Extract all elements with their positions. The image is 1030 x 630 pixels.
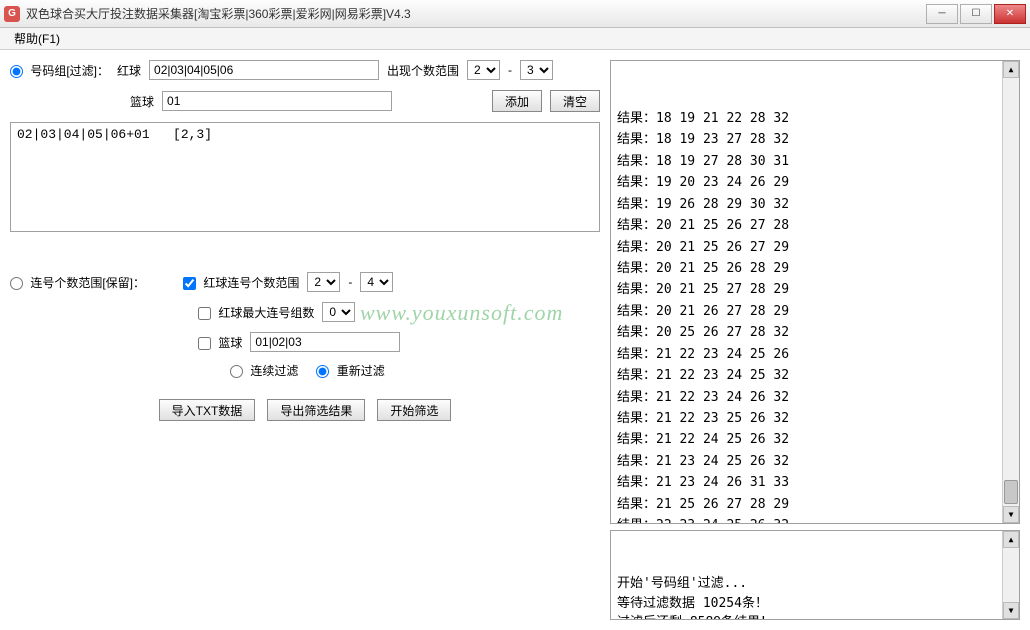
log-line: 开始'号码组'过滤... <box>617 574 995 594</box>
blue-filter-input[interactable] <box>250 332 400 352</box>
result-line: 结果：21 23 24 25 26 32 <box>617 451 995 472</box>
cb-red-range[interactable]: 红球连号个数范围 <box>183 274 299 291</box>
cb-blue[interactable]: 篮球 <box>198 334 242 351</box>
range-max-select[interactable]: 3 <box>520 60 553 80</box>
import-button[interactable]: 导入TXT数据 <box>159 399 256 421</box>
result-line: 结果：22 23 24 25 26 32 <box>617 515 995 524</box>
cb-blue-label: 篮球 <box>218 336 242 350</box>
filter-group-label: 号码组[过滤]： <box>30 64 109 78</box>
window-title: 双色球合买大厅投注数据采集器[淘宝彩票|360彩票|爱彩网|网易彩票]V4.3 <box>26 5 924 22</box>
right-panel: 结果：18 19 21 22 28 32结果：18 19 23 27 28 32… <box>610 60 1020 620</box>
results-scrollbar[interactable]: ▲ ▼ <box>1002 61 1019 523</box>
result-line: 结果：21 22 23 24 26 32 <box>617 387 995 408</box>
titlebar: G 双色球合买大厅投注数据采集器[淘宝彩票|360彩票|爱彩网|网易彩票]V4.… <box>0 0 1030 28</box>
menu-help[interactable]: 帮助(F1) <box>6 28 68 49</box>
window-controls: ─ ☐ ✕ <box>924 4 1026 24</box>
result-line: 结果：18 19 23 27 28 32 <box>617 129 995 150</box>
result-line: 结果：20 21 25 26 27 28 <box>617 215 995 236</box>
refilter-label: 重新过滤 <box>337 364 385 378</box>
result-line: 结果：21 22 23 24 25 32 <box>617 365 995 386</box>
consecutive-range-label: 连号个数范围[保留]： <box>30 276 145 290</box>
result-line: 结果：19 26 28 29 30 32 <box>617 194 995 215</box>
result-line: 结果：18 19 27 28 30 31 <box>617 151 995 172</box>
result-line: 结果：21 22 23 24 25 26 <box>617 344 995 365</box>
cb-red-range-label: 红球连号个数范围 <box>203 276 299 290</box>
result-line: 结果：20 21 25 26 28 29 <box>617 258 995 279</box>
export-button[interactable]: 导出筛选结果 <box>267 399 365 421</box>
max-groups-select[interactable]: 0 <box>322 302 355 322</box>
scroll-thumb[interactable] <box>1004 480 1018 504</box>
result-line: 结果：21 22 23 25 26 32 <box>617 408 995 429</box>
refilter-radio[interactable]: 重新过滤 <box>316 362 384 379</box>
log-line: 等待过滤数据 10254条！ <box>617 594 995 614</box>
red-label: 红球 <box>117 62 141 79</box>
result-line: 结果：21 25 26 27 28 29 <box>617 494 995 515</box>
red-range-min-select[interactable]: 2 <box>307 272 340 292</box>
log-line: 过滤后还剩 8589条结果！ <box>617 613 995 620</box>
filter-list-box[interactable]: 02|03|04|05|06+01 [2,3] <box>10 122 600 232</box>
results-box[interactable]: 结果：18 19 21 22 28 32结果：18 19 23 27 28 32… <box>610 60 1020 524</box>
cb-blue-input[interactable] <box>198 337 211 350</box>
scroll-up-icon[interactable]: ▲ <box>1003 531 1019 548</box>
start-button[interactable]: 开始筛选 <box>377 399 451 421</box>
result-line: 结果：20 25 26 27 28 32 <box>617 322 995 343</box>
close-button[interactable]: ✕ <box>994 4 1026 24</box>
maximize-button[interactable]: ☐ <box>960 4 992 24</box>
clear-button[interactable]: 清空 <box>550 90 600 112</box>
refilter-radio-input[interactable] <box>316 365 329 378</box>
minimize-button[interactable]: ─ <box>926 4 958 24</box>
continuous-filter-radio[interactable]: 连续过滤 <box>230 362 298 379</box>
cb-red-range-input[interactable] <box>183 277 196 290</box>
result-line: 结果：20 21 25 27 28 29 <box>617 279 995 300</box>
continuous-filter-radio-input[interactable] <box>230 365 243 378</box>
log-box[interactable]: 开始'号码组'过滤...等待过滤数据 10254条！过滤后还剩 8589条结果！… <box>610 530 1020 620</box>
filter-group-radio-input[interactable] <box>10 65 23 78</box>
result-line: 结果：19 20 23 24 26 29 <box>617 172 995 193</box>
cb-max-groups-input[interactable] <box>198 307 211 320</box>
consecutive-range-radio-input[interactable] <box>10 277 23 290</box>
result-line: 结果：20 21 25 26 27 29 <box>617 237 995 258</box>
continuous-filter-label: 连续过滤 <box>250 364 298 378</box>
result-line: 结果：21 23 24 26 31 33 <box>617 472 995 493</box>
range-min-select[interactable]: 2 <box>467 60 500 80</box>
red-input[interactable] <box>149 60 379 80</box>
filter-group-radio[interactable]: 号码组[过滤]： <box>10 62 109 79</box>
red-range-max-select[interactable]: 4 <box>360 272 393 292</box>
app-icon: G <box>4 6 20 22</box>
blue-label: 篮球 <box>130 93 154 110</box>
blue-input[interactable] <box>162 91 392 111</box>
result-line: 结果：18 19 21 22 28 32 <box>617 108 995 129</box>
log-scrollbar[interactable]: ▲ ▼ <box>1002 531 1019 619</box>
cb-max-groups[interactable]: 红球最大连号组数 <box>198 304 314 321</box>
add-button[interactable]: 添加 <box>492 90 542 112</box>
consecutive-range-radio[interactable]: 连号个数范围[保留]： <box>10 274 145 291</box>
result-line: 结果：21 22 24 25 26 32 <box>617 429 995 450</box>
scroll-down-icon[interactable]: ▼ <box>1003 506 1019 523</box>
scroll-down-icon[interactable]: ▼ <box>1003 602 1019 619</box>
cb-max-groups-label: 红球最大连号组数 <box>218 306 314 320</box>
range-label: 出现个数范围 <box>387 62 459 79</box>
menubar: 帮助(F1) <box>0 28 1030 50</box>
scroll-up-icon[interactable]: ▲ <box>1003 61 1019 78</box>
left-panel: 号码组[过滤]： 红球 出现个数范围 2 - 3 篮球 添加 清空 02|03|… <box>10 60 600 620</box>
result-line: 结果：20 21 26 27 28 29 <box>617 301 995 322</box>
